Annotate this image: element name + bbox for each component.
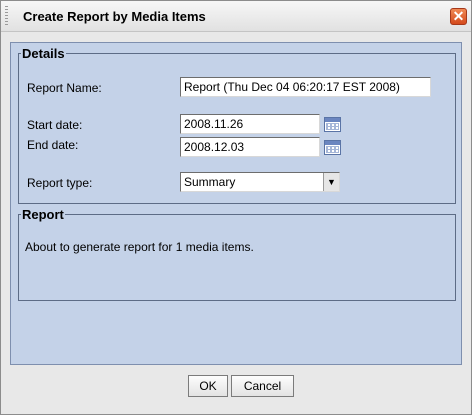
report-legend: Report (22, 207, 64, 222)
details-fieldset: Details Report Name: Report (Thu Dec 04 … (18, 46, 456, 204)
report-type-select[interactable]: Summary ▼ (180, 172, 340, 192)
report-name-label: Report Name: (27, 81, 102, 95)
end-date-input[interactable]: 2008.12.03 (180, 137, 320, 157)
start-date-label: Start date: (27, 118, 83, 132)
chevron-down-icon[interactable]: ▼ (323, 173, 339, 191)
start-date-input[interactable]: 2008.11.26 (180, 114, 320, 134)
dialog-title: Create Report by Media Items (23, 9, 206, 24)
report-fieldset: Report About to generate report for 1 me… (18, 207, 456, 301)
report-message: About to generate report for 1 media ite… (25, 240, 254, 254)
report-name-input[interactable]: Report (Thu Dec 04 06:20:17 EST 2008) (180, 77, 431, 97)
report-type-label: Report type: (27, 176, 93, 190)
ok-button[interactable]: OK (188, 375, 228, 397)
create-report-dialog: Create Report by Media Items ✕ Details R… (0, 0, 472, 415)
dialog-content: Details Report Name: Report (Thu Dec 04 … (10, 42, 462, 365)
end-date-label: End date: (27, 138, 79, 152)
drag-grip-icon[interactable] (5, 6, 8, 26)
close-button[interactable]: ✕ (450, 8, 467, 25)
details-legend: Details (22, 46, 65, 61)
report-type-value: Summary (184, 175, 236, 189)
cancel-button[interactable]: Cancel (231, 375, 294, 397)
end-date-calendar-icon[interactable] (324, 140, 341, 155)
start-date-calendar-icon[interactable] (324, 117, 341, 132)
dialog-titlebar[interactable]: Create Report by Media Items ✕ (1, 1, 471, 32)
